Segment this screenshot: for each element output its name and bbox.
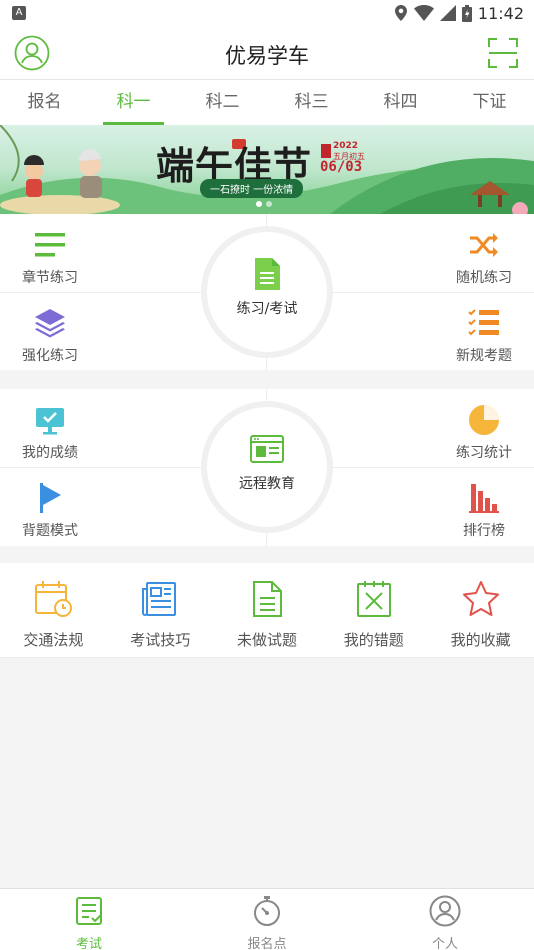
intensive-practice-label: 强化练习 bbox=[22, 348, 78, 364]
random-practice-button[interactable]: 随机练习 bbox=[434, 228, 534, 287]
stopwatch-icon bbox=[254, 896, 280, 926]
monitor-check-icon bbox=[36, 408, 64, 435]
my-scores-button[interactable]: 我的成绩 bbox=[0, 403, 100, 462]
status-bar: A 11:42 bbox=[0, 0, 534, 26]
nav-exam[interactable]: 考试 bbox=[0, 889, 178, 950]
tab-xiazheng[interactable]: 下证 bbox=[445, 80, 534, 125]
subject-tabs: 报名 科一 科二 科三 科四 下证 bbox=[0, 80, 534, 125]
wrong-questions-button[interactable]: 我的错题 bbox=[320, 563, 427, 657]
unanswered-questions-label: 未做试题 bbox=[236, 631, 297, 649]
battery-icon bbox=[461, 4, 472, 22]
practice-stats-label: 练习统计 bbox=[456, 445, 512, 461]
banner-date: 06/03 bbox=[320, 159, 363, 175]
wrong-questions-label: 我的错题 bbox=[343, 631, 404, 649]
wifi-icon bbox=[413, 5, 434, 21]
unanswered-questions-button[interactable]: 未做试题 bbox=[214, 563, 321, 657]
newspaper-icon bbox=[142, 582, 177, 616]
tab-ke4[interactable]: 科四 bbox=[356, 80, 445, 125]
nav-personal-label: 个人 bbox=[431, 937, 458, 950]
page-title: 优易学车 bbox=[225, 44, 309, 68]
flag-icon bbox=[40, 483, 61, 513]
layers-icon bbox=[35, 309, 65, 338]
pager-dot bbox=[266, 201, 272, 207]
nav-registration[interactable]: 报名点 bbox=[178, 889, 356, 950]
favorites-label: 我的收藏 bbox=[450, 631, 511, 649]
random-practice-label: 随机练习 bbox=[456, 270, 512, 286]
document-icon bbox=[252, 581, 282, 617]
promo-banner[interactable]: 端午佳节 一石撩时 一份浓情 2022 五月初五 06/03 bbox=[0, 125, 534, 214]
traffic-rules-label: 交通法规 bbox=[23, 631, 84, 649]
my-scores-label: 我的成绩 bbox=[22, 445, 78, 461]
banner-year: 2022 bbox=[333, 141, 359, 151]
list-icon bbox=[35, 233, 65, 257]
memorize-mode-label: 背题模式 bbox=[22, 523, 78, 539]
chapter-practice-label: 章节练习 bbox=[22, 270, 78, 286]
clock: 11:42 bbox=[477, 3, 524, 23]
bottom-nav: 考试 报名点 个人 bbox=[0, 888, 534, 950]
signal-icon bbox=[439, 5, 456, 21]
tab-ke2[interactable]: 科二 bbox=[178, 80, 267, 125]
nav-personal[interactable]: 个人 bbox=[356, 889, 534, 950]
exam-tips-button[interactable]: 考试技巧 bbox=[107, 563, 214, 657]
exam-tips-label: 考试技巧 bbox=[130, 631, 191, 649]
chapter-practice-button[interactable]: 章节练习 bbox=[0, 228, 100, 287]
calendar-clock-icon bbox=[35, 581, 73, 617]
new-rules-button[interactable]: 新规考题 bbox=[434, 306, 534, 365]
star-icon bbox=[462, 581, 499, 616]
pager-dot-active bbox=[256, 201, 262, 207]
status-indicators: 11:42 bbox=[394, 3, 524, 23]
memorize-mode-button[interactable]: 背题模式 bbox=[0, 481, 100, 540]
document-icon bbox=[255, 258, 280, 290]
intensive-practice-button[interactable]: 强化练习 bbox=[0, 306, 100, 365]
location-icon bbox=[394, 5, 407, 21]
id-card-icon bbox=[250, 435, 284, 463]
practice-exam-label: 练习/考试 bbox=[236, 301, 298, 317]
banner-pager bbox=[256, 201, 272, 207]
tab-baoming[interactable]: 报名 bbox=[0, 80, 89, 125]
ranking-button[interactable]: 排行榜 bbox=[434, 481, 534, 540]
practice-exam-button[interactable]: 练习/考试 bbox=[201, 226, 333, 358]
notification-icon: A bbox=[12, 6, 26, 20]
tools-row: 交通法规 考试技巧 未做试题 我的错题 我的收藏 bbox=[0, 563, 534, 658]
banner-subtitle: 一石撩时 一份浓情 bbox=[200, 179, 304, 198]
exam-icon bbox=[76, 897, 102, 925]
traffic-rules-button[interactable]: 交通法规 bbox=[0, 563, 107, 657]
remote-education-button[interactable]: 远程教育 bbox=[201, 401, 333, 533]
app-header: 优易学车 bbox=[0, 26, 534, 80]
nav-registration-label: 报名点 bbox=[247, 937, 287, 950]
pie-chart-icon bbox=[469, 405, 499, 435]
remote-education-label: 远程教育 bbox=[239, 476, 295, 492]
new-rules-label: 新规考题 bbox=[456, 348, 512, 364]
user-icon bbox=[429, 895, 461, 927]
shuffle-icon bbox=[470, 233, 498, 257]
wrong-note-icon bbox=[356, 581, 391, 617]
ranking-label: 排行榜 bbox=[463, 523, 505, 539]
tab-ke1[interactable]: 科一 bbox=[89, 80, 178, 125]
practice-panel: 章节练习 强化练习 随机练习 新规考题 练习/考试 bbox=[0, 214, 534, 370]
practice-stats-button[interactable]: 练习统计 bbox=[434, 403, 534, 462]
scan-icon bbox=[488, 38, 518, 68]
scan-button[interactable] bbox=[487, 37, 519, 69]
tab-ke3[interactable]: 科三 bbox=[267, 80, 356, 125]
remote-panel: 我的成绩 背题模式 练习统计 排行榜 远程教育 bbox=[0, 389, 534, 546]
nav-exam-label: 考试 bbox=[75, 937, 102, 950]
favorites-button[interactable]: 我的收藏 bbox=[427, 563, 534, 657]
checklist-icon bbox=[468, 309, 499, 336]
bar-chart-icon bbox=[469, 484, 499, 513]
